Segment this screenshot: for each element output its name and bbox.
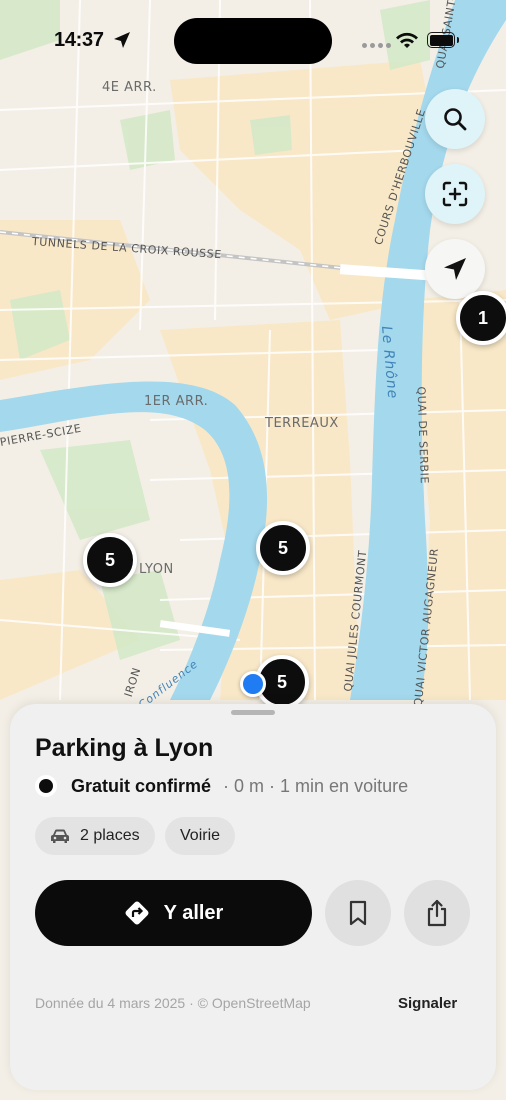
- scan-button[interactable]: [425, 164, 485, 224]
- scan-plus-icon: [442, 181, 468, 207]
- go-button[interactable]: Y aller: [35, 880, 312, 946]
- search-button[interactable]: [425, 89, 485, 149]
- status-label: Gratuit confirmé: [71, 775, 212, 796]
- district-label-terreaux: TERREAUX: [265, 416, 339, 431]
- directions-icon: [125, 901, 149, 925]
- locate-me-button[interactable]: [425, 239, 485, 299]
- share-icon: [427, 899, 447, 927]
- parking-cluster-marker[interactable]: 5: [256, 521, 310, 575]
- dynamic-island: [174, 18, 332, 64]
- distance-meta: · 0 m · 1 min en voiture: [223, 775, 409, 796]
- bookmark-button[interactable]: [325, 880, 391, 946]
- places-label: 2 places: [80, 827, 140, 844]
- type-chip: Voirie: [165, 817, 236, 855]
- type-label: Voirie: [180, 827, 221, 844]
- parking-title: Parking à Lyon: [35, 734, 214, 762]
- share-button[interactable]: [404, 880, 470, 946]
- parking-cluster-marker[interactable]: 5: [83, 533, 137, 587]
- wifi-icon: [396, 32, 418, 48]
- go-label: Y aller: [163, 901, 224, 924]
- sheet-drag-handle[interactable]: [231, 710, 275, 715]
- data-source-text: Donnée du 4 mars 2025 · © OpenStreetMap: [35, 995, 311, 1011]
- navigation-arrow-icon: [444, 258, 466, 280]
- user-location-dot: [240, 671, 266, 697]
- status-dot-icon: [35, 775, 57, 797]
- signal-icon: [362, 43, 391, 48]
- district-label-4e: 4E ARR.: [102, 80, 157, 95]
- places-chip: 2 places: [35, 817, 155, 855]
- parking-detail-sheet: Parking à Lyon Gratuit confirmé · 0 m · …: [10, 704, 496, 1090]
- car-icon: [51, 829, 69, 843]
- district-label-1er: 1ER ARR.: [144, 394, 209, 409]
- location-arrow-icon: [114, 32, 130, 48]
- bookmark-icon: [349, 900, 367, 926]
- battery-icon: [427, 32, 459, 48]
- search-icon: [444, 108, 467, 131]
- report-link[interactable]: Signaler: [398, 995, 457, 1012]
- parking-status-row: Gratuit confirmé · 0 m · 1 min en voitur…: [35, 775, 408, 797]
- status-time: 14:37: [54, 29, 104, 51]
- parking-cluster-marker[interactable]: 1: [456, 291, 506, 345]
